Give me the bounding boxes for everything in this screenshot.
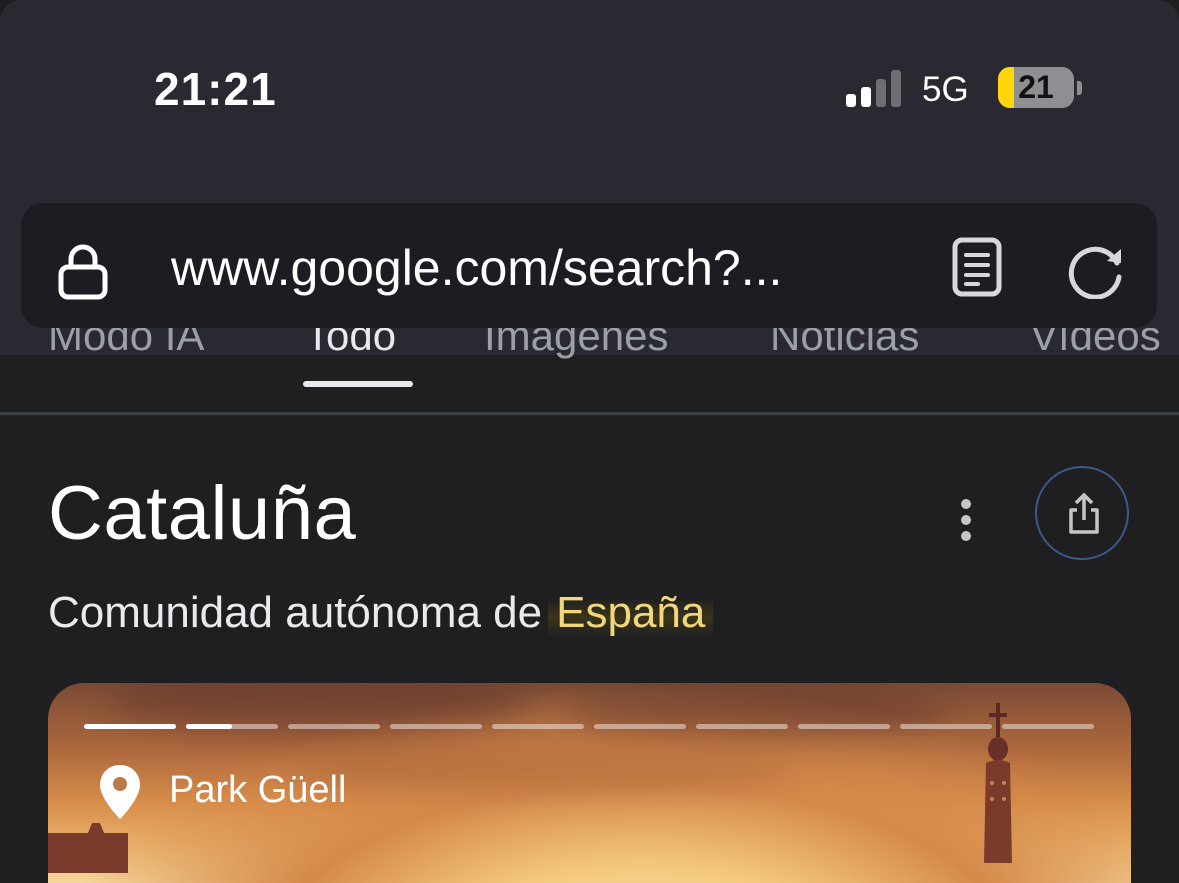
slide-progress-5	[492, 724, 584, 729]
lock-icon	[58, 244, 108, 300]
slide-progress-2	[186, 724, 278, 729]
tab-all[interactable]: Todo	[305, 328, 396, 360]
entity-subtitle: Comunidad autónoma de España	[48, 588, 714, 638]
battery-tip	[1077, 81, 1082, 95]
battery-icon: 21	[998, 67, 1074, 108]
reader-mode-icon[interactable]	[951, 237, 1003, 297]
reload-icon[interactable]	[1065, 239, 1129, 299]
battery-percent: 21	[1018, 69, 1054, 105]
address-bar[interactable]: www.google.com/search?...	[21, 203, 1157, 328]
place-label: Park Güell	[169, 769, 347, 811]
url-text[interactable]: www.google.com/search?...	[171, 239, 782, 297]
slide-progress-6	[594, 724, 686, 729]
entity-title: Cataluña	[48, 471, 357, 556]
slide-progress-3	[288, 724, 380, 729]
tab-videos[interactable]: Vídeos	[1030, 328, 1161, 360]
network-type: 5G	[922, 70, 969, 109]
building-silhouette	[48, 823, 128, 873]
gaudi-tower-silhouette	[984, 703, 1012, 863]
slide-progress-4	[390, 724, 482, 729]
more-options-icon[interactable]	[955, 498, 977, 542]
slide-progress-8	[798, 724, 890, 729]
slide-progress-7	[696, 724, 788, 729]
browser-chrome: 21:21 5G 21 www.google.com/search?...	[0, 0, 1179, 355]
share-button[interactable]	[1035, 466, 1129, 560]
signal-strength-icon	[846, 69, 906, 107]
tab-ai-mode[interactable]: Modo IA	[48, 328, 204, 360]
tabs-divider	[0, 412, 1179, 415]
slide-progress-1	[84, 724, 176, 729]
tab-images[interactable]: Imágenes	[484, 328, 668, 360]
image-carousel[interactable]: Park Güell	[48, 683, 1131, 883]
tab-news[interactable]: Noticias	[770, 328, 919, 360]
subtitle-text: Comunidad autónoma de	[48, 588, 543, 637]
country-link[interactable]: España	[548, 588, 714, 637]
search-tabs: Modo IA Todo Imágenes Noticias Vídeos	[0, 328, 1179, 386]
share-icon	[1069, 492, 1099, 534]
active-tab-indicator	[303, 381, 413, 387]
status-time: 21:21	[154, 63, 277, 115]
